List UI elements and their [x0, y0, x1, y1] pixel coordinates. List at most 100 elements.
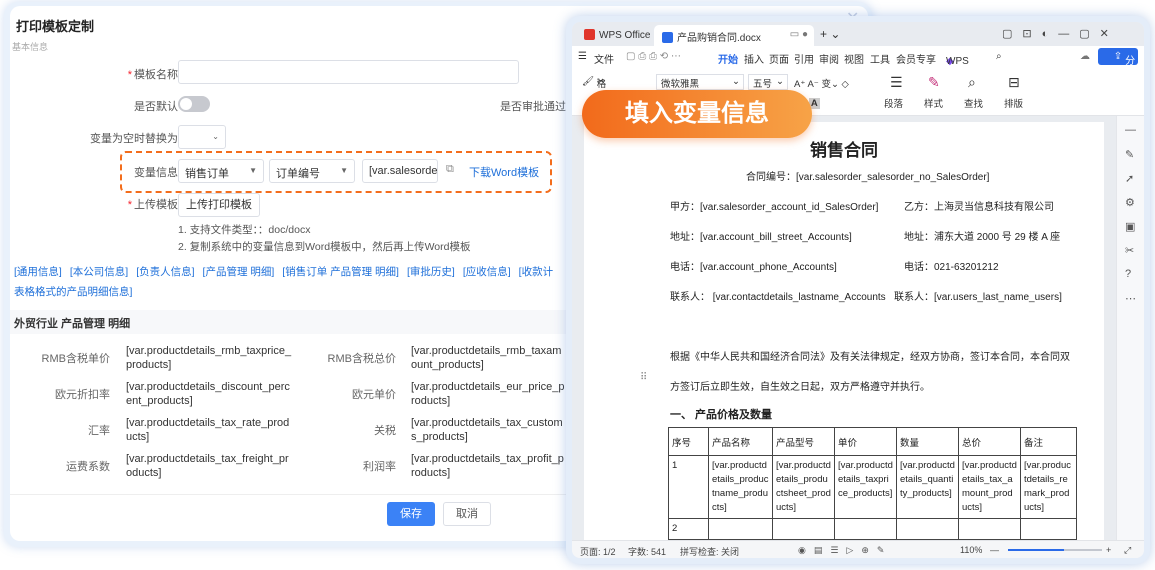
link-owner-info[interactable]: [负责人信息] [136, 266, 194, 278]
product-table: 序号 产品名称 产品型号 单价 数量 总价 备注 1 [var.productd… [668, 427, 1077, 540]
share-button[interactable]: ⇪ 分享 [1098, 48, 1138, 84]
download-word-link[interactable]: 下载Word模板 [469, 164, 539, 180]
view-mode-icons[interactable]: ◉▤☰▷⊕✎ [798, 545, 892, 556]
drag-handle-icon[interactable]: ⠿ [640, 372, 647, 383]
quick-tools-icon[interactable]: ▢ ⎙ ⎙ ⟲ ⋯ [626, 51, 681, 62]
link-approval-history[interactable]: [审批历史] [407, 266, 455, 278]
save-button[interactable]: 保存 [387, 502, 435, 526]
variable-value-input[interactable]: [var.salesorder [362, 159, 438, 183]
new-tab-icon[interactable]: + ⌄ [820, 27, 840, 41]
fullscreen-icon[interactable]: ⤢ [1124, 545, 1131, 556]
cursor-icon[interactable]: ➚ [1125, 172, 1134, 185]
collapse-icon[interactable]: — [1125, 124, 1136, 136]
contact-b: 联系人：[var.users_last_name_users] [894, 292, 1062, 303]
image-icon[interactable]: ▣ [1125, 220, 1135, 233]
link-table-product-detail[interactable]: 表格格式的产品明细信息] [14, 286, 132, 298]
style-icon[interactable]: ✎ [928, 74, 940, 91]
table-cell: [var.productdetails_remark_products] [1020, 455, 1077, 519]
font-select[interactable]: 微软雅黑 ⌄ [656, 74, 744, 90]
table-row: 1 [var.productdetails_productname_produc… [668, 455, 1077, 519]
party-a: 甲方：[var.salesorder_account_id_SalesOrder… [670, 202, 879, 213]
zoom-slider[interactable] [1008, 549, 1102, 551]
chevron-down-icon: ⌄ [212, 132, 219, 141]
tip-copy-variables: 2. 复制系统中的变量信息到Word模板中，然后再上传Word模板 [178, 241, 471, 253]
table-cell: [var.productdetails_productsheet_product… [772, 455, 835, 519]
find-icon[interactable]: ⌕ [968, 74, 976, 91]
layout-icon[interactable]: ⊟ [1008, 74, 1020, 91]
field-label: 关税 [374, 425, 396, 437]
menu-tools[interactable]: 工具 [870, 51, 890, 66]
template-name-row: * 模板名称 [10, 58, 570, 88]
link-payment-plan[interactable]: [收款计 [519, 266, 553, 278]
link-salesorder-product-detail[interactable]: [销售订单 产品管理 明细] [282, 266, 399, 278]
link-general-info[interactable]: [通用信息] [14, 266, 62, 278]
adjust-icon[interactable]: ⚙ [1125, 196, 1135, 209]
menu-home[interactable]: 开始 [718, 51, 738, 66]
find-button[interactable]: 查找 [964, 96, 983, 110]
default-row: 是否默认 是否审批通过后 [10, 90, 577, 120]
cancel-button[interactable]: 取消 [443, 502, 491, 526]
page-title: 打印模板定制 [16, 19, 95, 34]
font-grow-icon[interactable]: A⁺ A⁻ 变⌄ ◇ [794, 76, 849, 90]
variable-field-select[interactable]: 订单编号 ▼ [269, 159, 355, 183]
menu-review[interactable]: 审阅 [819, 51, 839, 66]
hamburger-icon[interactable]: ☰ [578, 51, 587, 62]
document-page[interactable]: 销售合同 合同编号：[var.salesorder_salesorder_no_… [584, 122, 1104, 542]
zoom-level[interactable]: 110% [960, 545, 982, 555]
more-icon[interactable]: ⋯ [1125, 292, 1136, 305]
variable-module-select[interactable]: 销售订单 ▼ [178, 159, 264, 183]
format-painter-button[interactable]: 🖌 格式刷 ✂ [582, 76, 606, 118]
template-name-label: * 模板名称 [127, 69, 178, 81]
page-count: 页面: 1/2 [580, 547, 616, 557]
font-size-select[interactable]: 五号 ⌄ [748, 74, 788, 90]
search-icon[interactable]: ⌕ [996, 51, 1002, 62]
field-value: [var.productdetails_tax_customs_products… [411, 417, 563, 443]
tab-close-icon: ▭ ● [789, 29, 808, 40]
right-sidebar: — ✎ ➚ ⚙ ▣ ✂ ? ⋯ [1116, 116, 1144, 540]
style-button[interactable]: 样式 [924, 96, 943, 110]
layout-button[interactable]: 排版 [1004, 96, 1023, 110]
default-toggle[interactable] [178, 96, 210, 112]
word-count: 字数: 541 [628, 547, 667, 557]
field-label: 运费系数 [66, 461, 110, 473]
table-header: 备注 [1020, 427, 1077, 456]
cloud-icon[interactable]: ☁ [1080, 51, 1090, 62]
table-row: 2 [668, 518, 1077, 540]
spell-check[interactable]: 拼写检查: 关闭 [680, 545, 739, 558]
template-name-input[interactable] [178, 60, 519, 84]
field-label: 利润率 [363, 461, 396, 473]
menu-view[interactable]: 视图 [844, 51, 864, 66]
empty-replace-label: 变量为空时替换为 [90, 133, 178, 145]
zoom-out-icon[interactable]: — [990, 545, 999, 555]
copy-icon[interactable]: ⧉ [446, 163, 454, 176]
table-header: 数量 [896, 427, 959, 456]
paragraph-1: 根据《中华人民共和国经济合同法》及有关法律规定，经双方协商，签订本合同，本合同双 [670, 352, 1070, 363]
link-company-info[interactable]: [本公司信息] [70, 266, 128, 278]
field-value: [var.productdetails_rmb_taxamount_produc… [411, 345, 562, 371]
word-doc-icon [662, 32, 673, 43]
menu-member[interactable]: 会员专享 [896, 51, 936, 66]
menu-reference[interactable]: 引用 [794, 51, 814, 66]
zoom-in-icon[interactable]: + [1106, 545, 1111, 555]
paragraph-icon[interactable]: ☰ [890, 74, 903, 91]
link-product-detail[interactable]: [产品管理 明细] [203, 266, 275, 278]
phone-a: 电话：[var.account_phone_Accounts] [670, 262, 837, 273]
help-icon[interactable]: ? [1125, 268, 1131, 280]
table-cell: [var.productdetails_tax_amount_products] [958, 455, 1021, 519]
menu-file[interactable]: 文件 [594, 51, 614, 66]
menu-insert[interactable]: 插入 [744, 51, 764, 66]
upload-template-button[interactable]: 上传打印模板 [178, 193, 260, 217]
menu-page[interactable]: 页面 [769, 51, 789, 66]
tools-icon[interactable]: ✂ [1125, 244, 1134, 257]
link-receivable-info[interactable]: [应收信息] [463, 266, 511, 278]
empty-replace-select[interactable]: ⌄ [178, 125, 226, 149]
contact-a: 联系人： [var.contactdetails_lastname_Accoun… [670, 292, 886, 303]
window-controls-icon[interactable]: ▢⊡◐—▢✕ [1002, 27, 1119, 40]
variable-category-links: [通用信息] [本公司信息] [负责人信息] [产品管理 明细] [销售订单 产品管理 … [14, 262, 574, 302]
paragraph-button[interactable]: 段落 [884, 96, 903, 110]
tab-wps-office[interactable]: WPS Office [576, 25, 659, 46]
caret-down-icon: ▼ [249, 166, 257, 175]
field-value: [var.productdetails_tax_freight_products… [126, 453, 289, 479]
pen-icon[interactable]: ✎ [1125, 148, 1134, 161]
tab-document[interactable]: 产品购销合同.docx ▭ ● [654, 25, 814, 46]
